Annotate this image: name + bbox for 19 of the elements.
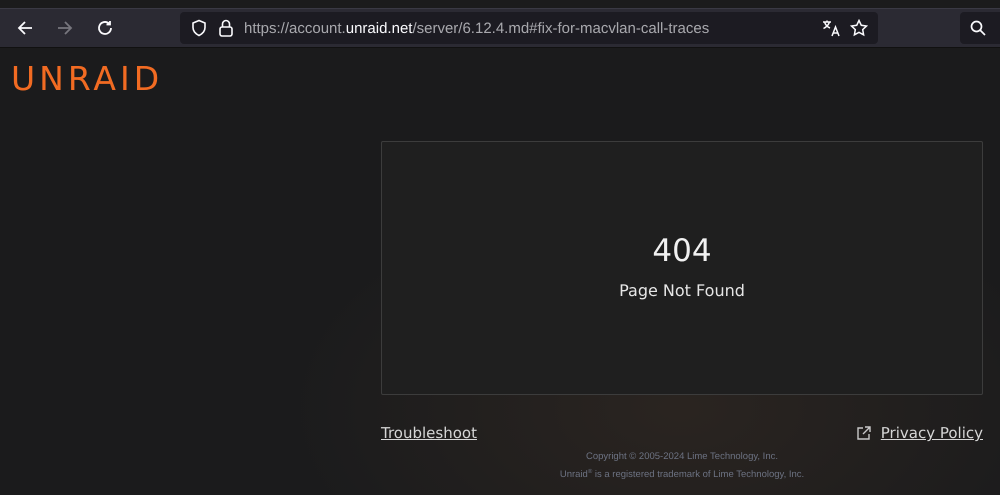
- shield-icon: [190, 19, 208, 37]
- external-link-icon: [856, 425, 872, 441]
- privacy-policy-link[interactable]: Privacy Policy: [880, 424, 983, 442]
- trademark-text: Unraid$^{®}$ is a registered trademark of Lime Technology, Inc.: [560, 468, 804, 482]
- troubleshoot-link[interactable]: Troubleshoot: [381, 424, 477, 442]
- arrow-right-icon: [56, 19, 74, 37]
- logo[interactable]: UNRAID: [0, 48, 164, 95]
- reload-icon: [96, 19, 114, 37]
- error-message: Page Not Found: [619, 280, 745, 300]
- arrow-left-icon: [16, 19, 34, 37]
- copyright-text: Copyright © 2005-2024 Lime Technology, Inc.: [586, 450, 778, 464]
- error-code: 404: [652, 232, 712, 268]
- search-field[interactable]: [960, 12, 1000, 44]
- translate-icon[interactable]: [822, 19, 840, 37]
- url-text: https://account.unraid.net/server/6.12.4.md#fix-for-macvlan-call-traces: [244, 20, 710, 36]
- search-icon: [970, 20, 986, 36]
- star-icon[interactable]: [850, 19, 868, 37]
- address-bar[interactable]: https://account.unraid.net/server/6.12.4.md#fix-for-macvlan-call-traces: [180, 12, 878, 44]
- lock-icon: [218, 19, 234, 37]
